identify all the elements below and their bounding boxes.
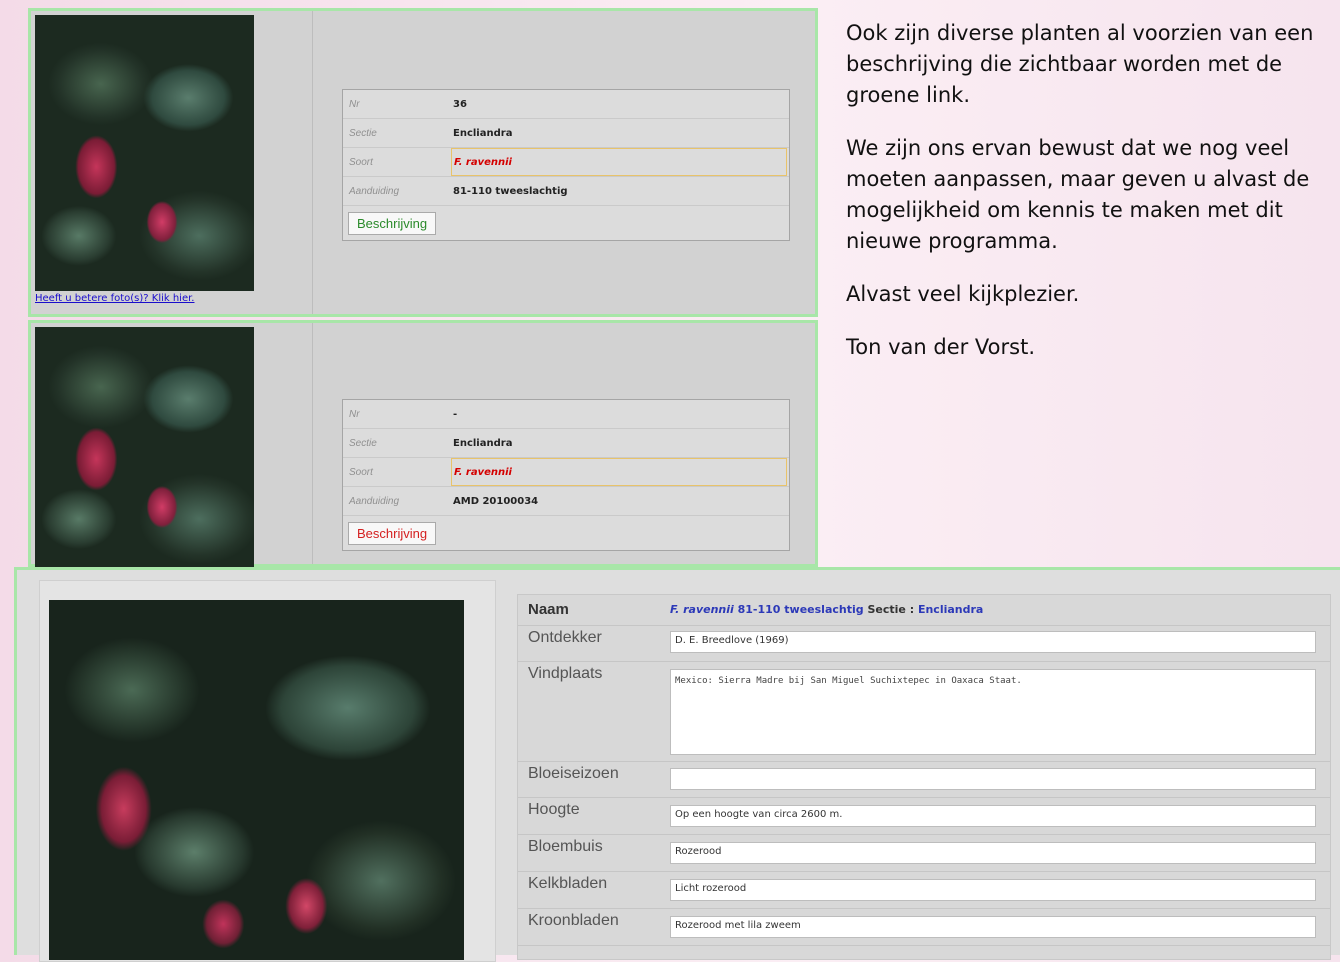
button-row: Beschrijving xyxy=(343,516,789,550)
ontdekker-input[interactable]: D. E. Breedlove (1969) xyxy=(670,631,1316,653)
plant-card-2: Nr - Sectie Encliandra Soort F. ravennii… xyxy=(28,320,818,567)
vindplaats-textarea[interactable]: Mexico: Sierra Madre bij San Miguel Such… xyxy=(670,669,1316,755)
intro-paragraph: Ook zijn diverse planten al voorzien van… xyxy=(846,21,1314,107)
field-bloeiseizoen: Bloeiseizoen xyxy=(518,761,1330,798)
row-soort: Soort F. ravennii xyxy=(343,458,789,487)
row-aanduiding: Aanduiding AMD 20100034 xyxy=(343,487,789,516)
plant-photo[interactable] xyxy=(35,327,254,567)
intro-text: Ook zijn diverse planten al voorzien van… xyxy=(846,18,1326,385)
kroonbladen-input[interactable]: Rozerood met lila zweem xyxy=(670,916,1316,938)
row-label: Nr xyxy=(349,408,360,420)
kelkbladen-input[interactable]: Licht rozerood xyxy=(670,879,1316,901)
intro-paragraph: Alvast veel kijkplezier. xyxy=(846,282,1080,306)
field-label: Kelkbladen xyxy=(528,875,608,892)
field-hoogte: Hoogte Op een hoogte van circa 2600 m. xyxy=(518,797,1330,835)
plant-photo[interactable] xyxy=(35,15,254,291)
row-label: Sectie xyxy=(349,127,377,139)
field-label: Bloembuis xyxy=(528,838,603,855)
row-label: Sectie xyxy=(349,437,377,449)
row-sectie: Sectie Encliandra xyxy=(343,119,789,148)
detail-panel: Naam F. ravennii 81-110 tweeslachtig Sec… xyxy=(14,567,1340,962)
row-value: Encliandra xyxy=(453,127,513,139)
field-bloembuis: Bloembuis Rozerood xyxy=(518,834,1330,872)
intro-paragraph: We zijn ons ervan bewust dat we nog veel… xyxy=(846,136,1310,253)
row-value: AMD 20100034 xyxy=(453,495,539,507)
naam-row: Naam F. ravennii 81-110 tweeslachtig Sec… xyxy=(518,595,1330,626)
field-ontdekker: Ontdekker D. E. Breedlove (1969) xyxy=(518,625,1330,662)
plant-card-1: Heeft u betere foto(s)? Klik hier. Nr 36… xyxy=(28,8,818,317)
naam-value: F. ravennii 81-110 tweeslachtig Sectie :… xyxy=(670,603,983,616)
row-label: Aanduiding xyxy=(349,185,400,197)
row-value: F. ravennii xyxy=(451,148,787,176)
plant-info-table: Nr - Sectie Encliandra Soort F. ravennii… xyxy=(342,399,790,551)
bloembuis-input[interactable]: Rozerood xyxy=(670,842,1316,864)
row-nr: Nr - xyxy=(343,400,789,429)
signature: Ton van der Vorst. xyxy=(846,335,1035,359)
row-value: F. ravennii xyxy=(451,458,787,486)
plant-info-table: Nr 36 Sectie Encliandra Soort F. ravenni… xyxy=(342,89,790,241)
row-label: Nr xyxy=(349,98,360,110)
beschrijving-button[interactable]: Beschrijving xyxy=(348,522,437,545)
card-divider xyxy=(312,11,313,314)
row-value: 36 xyxy=(453,98,467,110)
row-value: - xyxy=(453,408,458,420)
button-row: Beschrijving xyxy=(343,206,789,240)
field-label: Ontdekker xyxy=(528,629,602,646)
field-kroonbladen: Kroonbladen Rozerood met lila zweem xyxy=(518,908,1330,946)
hoogte-input[interactable]: Op een hoogte van circa 2600 m. xyxy=(670,805,1316,827)
beschrijving-button[interactable]: Beschrijving xyxy=(348,212,437,235)
row-soort: Soort F. ravennii xyxy=(343,148,789,177)
field-label: Kroonbladen xyxy=(528,912,619,929)
naam-species: F. ravennii xyxy=(670,603,734,616)
naam-label: Naam xyxy=(528,601,569,618)
better-photo-link[interactable]: Heeft u betere foto(s)? Klik hier. xyxy=(35,293,194,304)
row-label: Soort xyxy=(349,466,373,478)
field-kelkbladen: Kelkbladen Licht rozerood xyxy=(518,871,1330,909)
row-label: Soort xyxy=(349,156,373,168)
naam-sectie-label: Sectie : xyxy=(867,603,915,616)
row-aanduiding: Aanduiding 81-110 tweeslachtig xyxy=(343,177,789,206)
row-value: 81-110 tweeslachtig xyxy=(453,185,568,197)
description-form: Naam F. ravennii 81-110 tweeslachtig Sec… xyxy=(517,594,1331,960)
bloeiseizoen-input[interactable] xyxy=(670,768,1316,790)
row-sectie: Sectie Encliandra xyxy=(343,429,789,458)
naam-sectie: Encliandra xyxy=(917,603,984,616)
row-value: Encliandra xyxy=(453,437,513,449)
field-label: Bloeiseizoen xyxy=(528,765,619,782)
field-label: Hoogte xyxy=(528,801,580,818)
row-label: Aanduiding xyxy=(349,495,400,507)
large-plant-photo[interactable] xyxy=(49,600,464,960)
field-label: Vindplaats xyxy=(528,665,603,682)
card-divider xyxy=(312,323,313,564)
row-nr: Nr 36 xyxy=(343,90,789,119)
field-vindplaats: Vindplaats Mexico: Sierra Madre bij San … xyxy=(518,661,1330,762)
naam-code: 81-110 tweeslachtig xyxy=(737,603,864,616)
